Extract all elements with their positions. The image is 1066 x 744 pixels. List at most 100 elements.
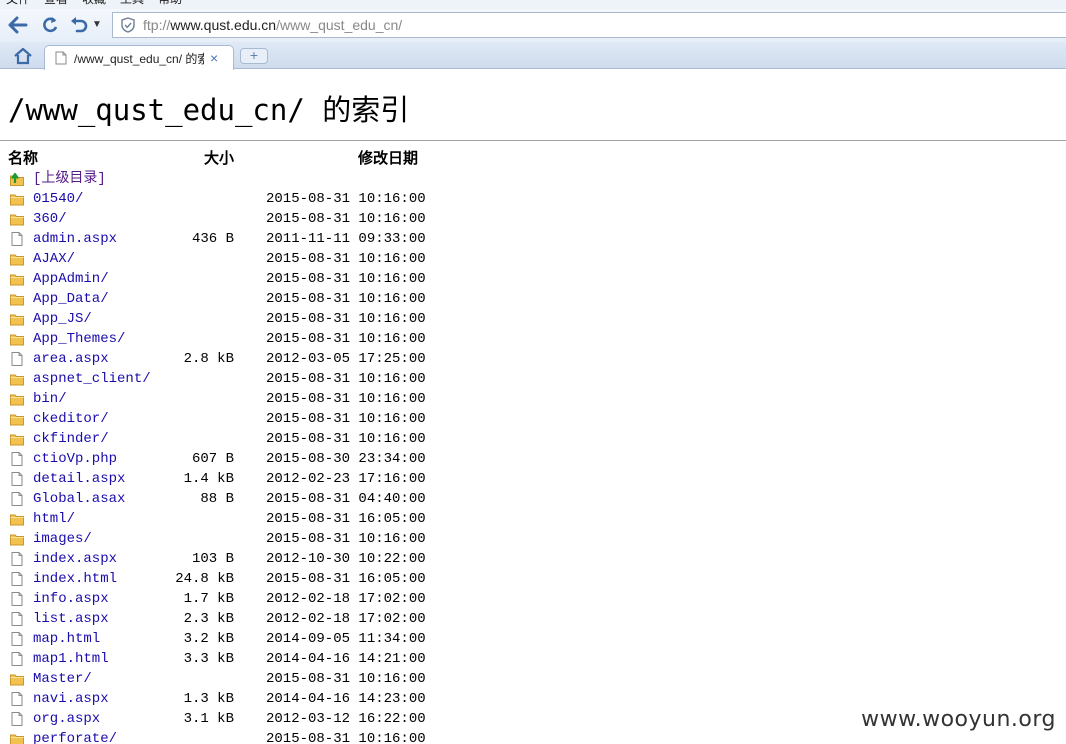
folder-link[interactable]: AJAX/ (33, 249, 75, 269)
address-bar[interactable]: ftp://www.qust.edu.cn/www_qust_edu_cn/ (112, 12, 1066, 38)
file-icon (10, 572, 24, 586)
modified-date: 2015-08-31 04:40:00 (266, 491, 426, 507)
undo-icon[interactable] (68, 13, 90, 37)
file-icon (10, 472, 24, 486)
parent-directory-link[interactable]: [上级目录] (33, 169, 106, 189)
modified-date: 2015-08-31 16:05:00 (266, 511, 426, 527)
table-row: detail.aspx 1.4 kB 2012-02-23 17:16:00 (8, 469, 428, 489)
file-link[interactable]: navi.aspx (33, 689, 109, 709)
folder-link[interactable]: html/ (33, 509, 75, 529)
file-link[interactable]: list.aspx (33, 609, 109, 629)
file-link[interactable]: index.html (33, 569, 117, 589)
file-size: 3.1 kB (183, 711, 234, 727)
watermark: www.wooyun.org (861, 707, 1056, 732)
new-tab-button[interactable]: + (240, 48, 268, 64)
folder-link[interactable]: 360/ (33, 209, 67, 229)
file-icon (10, 492, 24, 506)
modified-date: 2015-08-31 10:16:00 (266, 331, 426, 347)
table-row: 360/2015-08-31 10:16:00 (8, 209, 428, 229)
table-row: index.aspx 103 B 2012-10-30 10:22:00 (8, 549, 428, 569)
tab-active[interactable]: /www_qust_edu_cn/ 的索引 × (44, 45, 234, 70)
modified-date: 2014-04-16 14:23:00 (266, 691, 426, 707)
folder-link[interactable]: App_Themes/ (33, 329, 125, 349)
modified-date: 2012-02-18 17:02:00 (266, 591, 426, 607)
column-header-modified[interactable]: 修改日期 (358, 149, 418, 169)
parent-folder-icon (10, 172, 24, 186)
table-row: ctioVp.php 607 B 2015-08-30 23:34:00 (8, 449, 428, 469)
modified-date: 2015-08-31 10:16:00 (266, 431, 426, 447)
folder-icon (10, 532, 24, 546)
file-link[interactable]: info.aspx (33, 589, 109, 609)
table-row: App_Data/2015-08-31 10:16:00 (8, 289, 428, 309)
menu-item[interactable]: 收藏 (82, 0, 106, 6)
table-row: map.html 3.2 kB 2014-09-05 11:34:00 (8, 629, 428, 649)
table-row: 01540/2015-08-31 10:16:00 (8, 189, 428, 209)
menu-item[interactable]: 帮助 (158, 0, 182, 6)
file-size: 2.3 kB (183, 611, 234, 627)
modified-date: 2015-08-31 10:16:00 (266, 411, 426, 427)
folder-icon (10, 672, 24, 686)
home-icon[interactable] (12, 46, 34, 66)
table-row: area.aspx 2.8 kB 2012-03-05 17:25:00 (8, 349, 428, 369)
folder-icon (10, 432, 24, 446)
modified-date: 2015-08-31 10:16:00 (266, 271, 426, 287)
folder-link[interactable]: ckfinder/ (33, 429, 109, 449)
reload-icon[interactable] (38, 13, 62, 37)
file-link[interactable]: admin.aspx (33, 229, 117, 249)
file-link[interactable]: area.aspx (33, 349, 109, 369)
folder-link[interactable]: Master/ (33, 669, 92, 689)
table-row: images/2015-08-31 10:16:00 (8, 529, 428, 549)
folder-icon (10, 372, 24, 386)
folder-link[interactable]: 01540/ (33, 189, 83, 209)
file-icon (10, 612, 24, 626)
file-link[interactable]: index.aspx (33, 549, 117, 569)
modified-date: 2015-08-30 23:34:00 (266, 451, 426, 467)
file-size: 607 B (191, 451, 234, 467)
table-row: bin/2015-08-31 10:16:00 (8, 389, 428, 409)
modified-date: 2015-08-31 10:16:00 (266, 251, 426, 267)
shield-icon (120, 17, 136, 33)
menu-item[interactable]: 工具 (120, 0, 144, 6)
menu-item[interactable]: 文件 (6, 0, 30, 6)
divider (0, 140, 1066, 141)
folder-link[interactable]: aspnet_client/ (33, 369, 151, 389)
back-arrow-icon[interactable] (6, 13, 30, 37)
folder-link[interactable]: AppAdmin/ (33, 269, 109, 289)
modified-date: 2012-03-12 16:22:00 (266, 711, 426, 727)
modified-date: 2015-08-31 10:16:00 (266, 371, 426, 387)
table-row: ckfinder/2015-08-31 10:16:00 (8, 429, 428, 449)
close-icon[interactable]: × (210, 51, 218, 65)
file-link[interactable]: Global.asax (33, 489, 125, 509)
column-header-name[interactable]: 名称 (8, 149, 38, 169)
folder-link[interactable]: App_JS/ (33, 309, 92, 329)
column-header-size[interactable]: 大小 (204, 149, 234, 169)
tab-title: /www_qust_edu_cn/ 的索引 (74, 51, 204, 66)
file-link[interactable]: map.html (33, 629, 100, 649)
url-text[interactable]: ftp://www.qust.edu.cn/www_qust_edu_cn/ (143, 17, 402, 33)
file-link[interactable]: detail.aspx (33, 469, 125, 489)
table-row: AppAdmin/2015-08-31 10:16:00 (8, 269, 428, 289)
modified-date: 2015-08-31 10:16:00 (266, 391, 426, 407)
file-link[interactable]: map1.html (33, 649, 109, 669)
modified-date: 2014-04-16 14:21:00 (266, 651, 426, 667)
folder-icon (10, 732, 24, 744)
chevron-down-icon[interactable]: ▼ (91, 13, 103, 37)
folder-link[interactable]: App_Data/ (33, 289, 109, 309)
url-host: www.qust.edu.cn (170, 17, 277, 33)
folder-link[interactable]: images/ (33, 529, 92, 549)
file-size: 88 B (200, 491, 234, 507)
folder-link[interactable]: perforate/ (33, 729, 117, 744)
file-link[interactable]: org.aspx (33, 709, 100, 729)
file-link[interactable]: ctioVp.php (33, 449, 117, 469)
modified-date: 2015-08-31 10:16:00 (266, 671, 426, 687)
menu-item[interactable]: 查看 (44, 0, 68, 6)
folder-link[interactable]: ckeditor/ (33, 409, 109, 429)
modified-date: 2014-09-05 11:34:00 (266, 631, 426, 647)
file-size: 103 B (191, 551, 234, 567)
table-row: org.aspx 3.1 kB 2012-03-12 16:22:00 (8, 709, 428, 729)
table-row: perforate/2015-08-31 10:16:00 (8, 729, 428, 744)
modified-date: 2015-08-31 10:16:00 (266, 191, 426, 207)
table-row: [上级目录] (8, 169, 428, 189)
page-icon (55, 51, 67, 65)
folder-link[interactable]: bin/ (33, 389, 67, 409)
